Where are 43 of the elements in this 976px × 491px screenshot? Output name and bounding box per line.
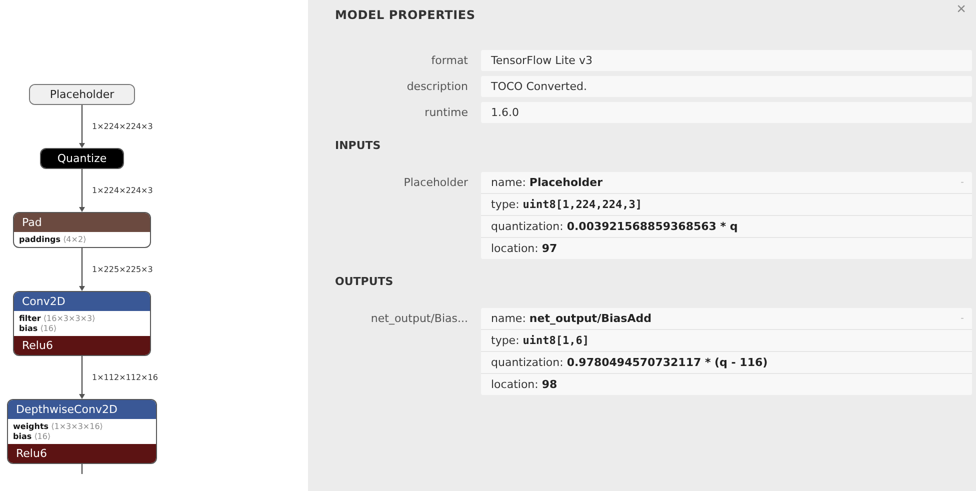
argument-label: net_output/Bias... [370, 311, 468, 327]
edge-line [81, 464, 83, 474]
argument-detail: location: 98 [491, 378, 558, 391]
argument-detail: type: uint8[1,6] [491, 334, 590, 347]
edge-arrow [78, 105, 86, 148]
argument-label: Placeholder [402, 175, 468, 191]
graph-node[interactable]: Conv2D filter ⟨16×3×3×3⟩ bias ⟨16⟩ Relu6 [13, 291, 151, 356]
property-label: format [430, 53, 468, 69]
property-value: TOCO Converted. [481, 76, 972, 97]
edge-arrow [78, 248, 86, 291]
edge-arrow [78, 169, 86, 212]
argument-detail: quantization: 0.9780494570732117 * (q - 116) [491, 356, 768, 369]
node-title: Pad [14, 213, 150, 232]
node-activation: Relu6 [14, 336, 150, 355]
section-heading: INPUTS [335, 139, 381, 152]
graph-node[interactable]: DepthwiseConv2D weights ⟨1×3×3×16⟩ bias ⟨16⟩ Relu6 [7, 399, 157, 464]
edge-label: 1×112×112×16 [91, 373, 159, 382]
node-attribute: bias ⟨16⟩ [19, 324, 58, 333]
edge-label: 1×225×225×3 [91, 265, 154, 274]
node-attribute: bias ⟨16⟩ [13, 432, 52, 441]
node-title: DepthwiseConv2D [8, 400, 156, 419]
node-attribute: filter ⟨16×3×3×3⟩ [19, 314, 96, 323]
node-activation: Relu6 [8, 444, 156, 463]
property-value: TensorFlow Lite v3 [481, 50, 972, 71]
graph-node[interactable]: Quantize [40, 148, 124, 169]
argument-detail: name: Placeholder [491, 176, 603, 189]
property-label: runtime [424, 105, 468, 121]
section-heading: OUTPUTS [335, 275, 394, 288]
edge-arrow [78, 356, 86, 399]
argument-detail: location: 97 [491, 242, 558, 255]
graph-node[interactable]: Placeholder [29, 84, 135, 105]
node-attribute: paddings ⟨4×2⟩ [19, 235, 88, 244]
panel-title: MODEL PROPERTIES [335, 8, 476, 22]
argument-detail: quantization: 0.003921568859368563 * q [491, 220, 738, 233]
graph-node[interactable]: Pad paddings ⟨4×2⟩ [13, 212, 151, 248]
node-title: Conv2D [14, 292, 150, 311]
property-label: description [406, 79, 468, 95]
node-attribute: weights ⟨1×3×3×16⟩ [13, 422, 104, 431]
edge-label: 1×224×224×3 [91, 122, 154, 131]
argument-detail: type: uint8[1,224,224,3] [491, 198, 642, 211]
argument-detail: name: net_output/BiasAdd [491, 312, 652, 325]
edge-label: 1×224×224×3 [91, 186, 154, 195]
property-value: 1.6.0 [481, 102, 972, 123]
